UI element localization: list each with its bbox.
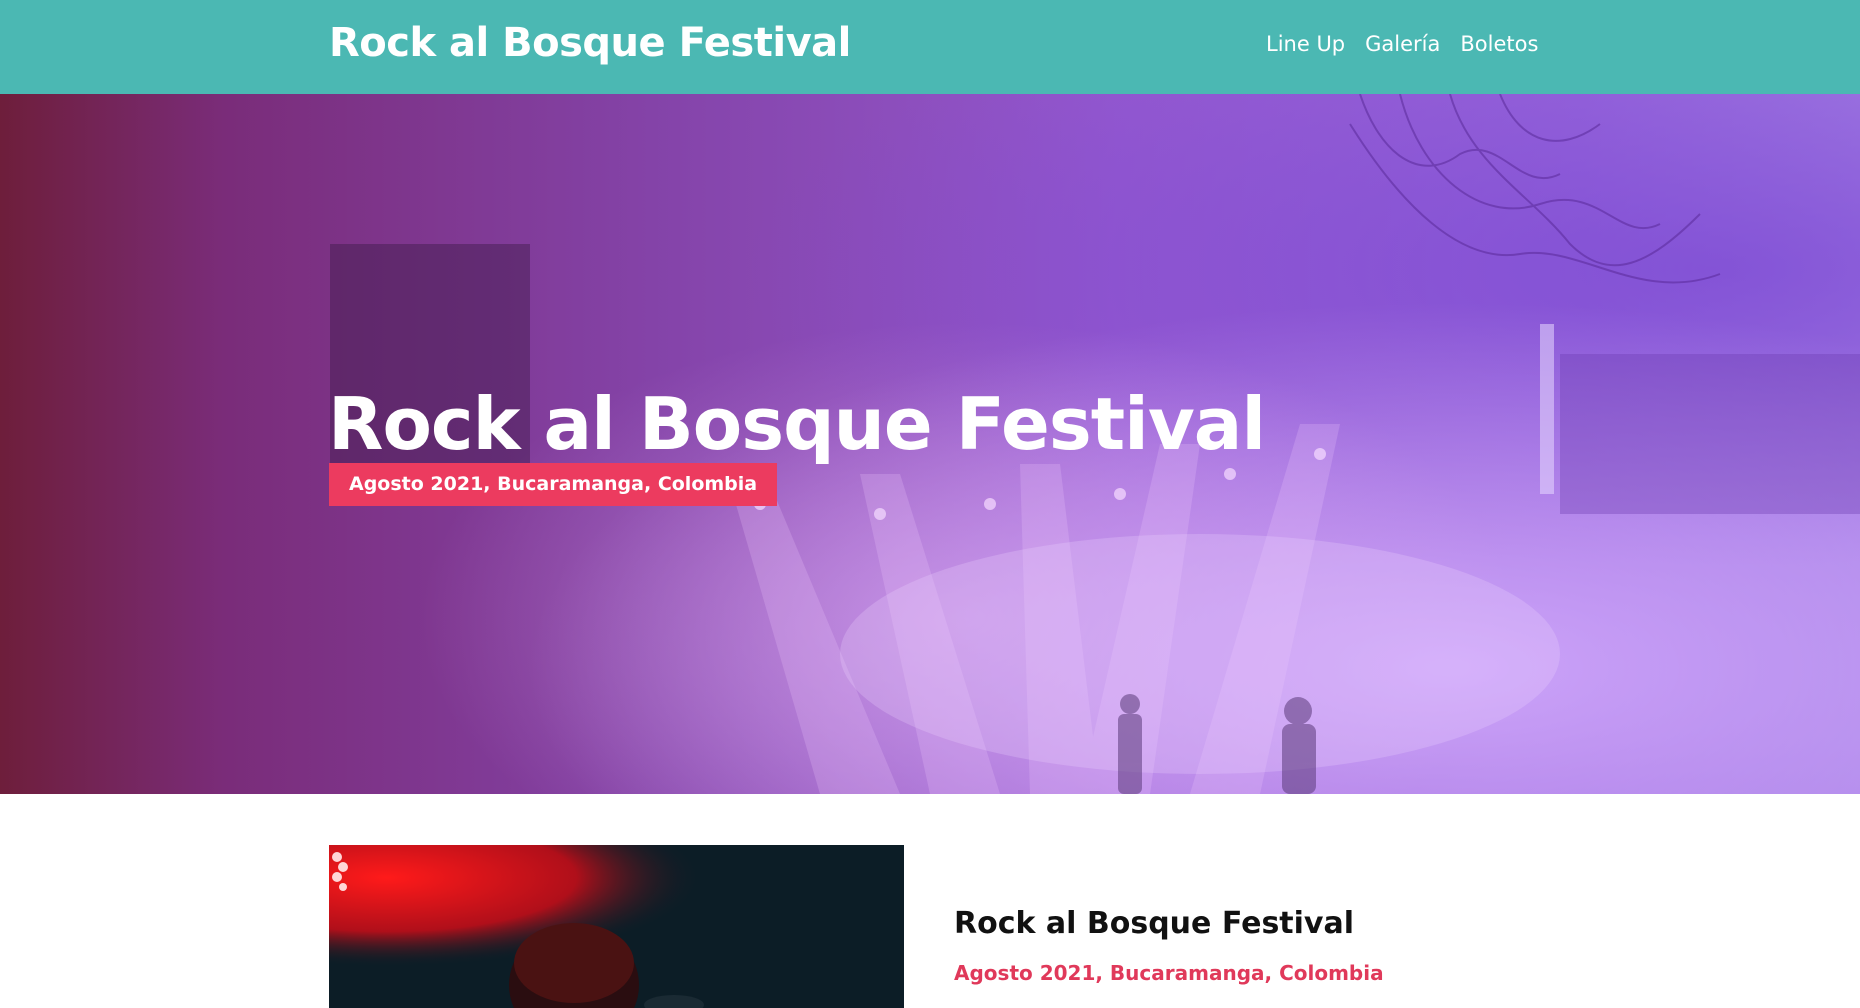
brand-logo-link[interactable]: Rock al Bosque Festival [329, 20, 851, 66]
festival-artist-photo [329, 845, 904, 1008]
nav-link-boletos[interactable]: Boletos [1460, 32, 1538, 56]
nav-link-galeria[interactable]: Galería [1365, 32, 1440, 56]
section-date-location: Agosto 2021, Bucaramanga, Colombia [954, 961, 1384, 985]
artist-photo-art [329, 845, 904, 1008]
page: Rock al Bosque Festival Line Up Galería … [0, 0, 1860, 1008]
section-title: Rock al Bosque Festival [954, 906, 1355, 941]
main-nav: Line Up Galería Boletos [1266, 32, 1538, 56]
hero-date-location-badge: Agosto 2021, Bucaramanga, Colombia [329, 463, 778, 506]
hero-title: Rock al Bosque Festival [328, 382, 1266, 466]
hero-section: Rock al Bosque Festival Agosto 2021, Buc… [0, 94, 1860, 794]
site-header: Rock al Bosque Festival Line Up Galería … [0, 0, 1860, 94]
nav-link-line-up[interactable]: Line Up [1266, 32, 1345, 56]
